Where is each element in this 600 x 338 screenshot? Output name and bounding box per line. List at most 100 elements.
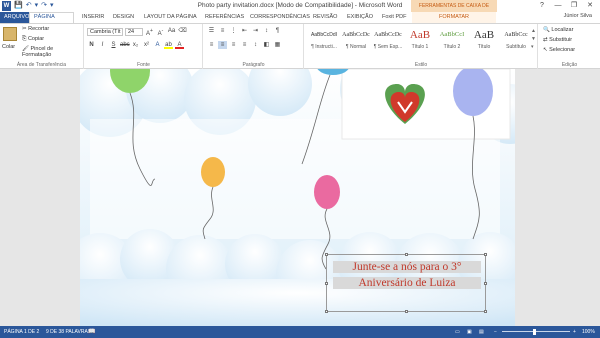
style-name: ¶ Instructi... — [311, 44, 337, 50]
resize-handle[interactable] — [325, 253, 328, 256]
align-right-icon[interactable]: ≡ — [229, 41, 238, 49]
paragraph-group-label: Parágrafo — [242, 62, 265, 68]
style-heading-2[interactable]: AaBbCcI Título 2 — [434, 26, 470, 54]
document-page[interactable]: Junte-se a nós para o 3° Aniversário de … — [80, 69, 515, 326]
subscript-icon[interactable]: x₂ — [131, 41, 140, 49]
paragraph-group: ☰ ≡ ⋮ ⇤ ⇥ ↕ ¶ ≡ ≡ ≡ ≡ ↕ ◧ ▦ Parágrafo — [204, 24, 304, 69]
tab-referencias[interactable]: REFERÊNCIAS — [201, 12, 248, 23]
read-mode-icon[interactable]: ▭ — [455, 326, 460, 338]
select-button[interactable]: ↖ Selecionar — [543, 47, 575, 53]
tab-correspondencias[interactable]: CORRESPONDÊNCIAS — [246, 12, 314, 23]
resize-handle[interactable] — [484, 253, 487, 256]
font-color-icon[interactable]: A — [175, 41, 184, 49]
copy-button[interactable]: ⎘ Copiar — [22, 36, 44, 43]
styles-group-label: Estilo — [414, 62, 428, 68]
style-name: Subtítulo — [506, 44, 526, 50]
web-layout-icon[interactable]: ▤ — [479, 326, 484, 338]
zoom-slider[interactable] — [502, 331, 570, 332]
replace-button[interactable]: ⇄ Substituir — [543, 37, 572, 43]
word-count[interactable]: 9 DE 38 PALAVRAS — [46, 326, 91, 338]
cut-button[interactable]: ✂ Recortar — [22, 26, 49, 32]
pilcrow-icon[interactable]: ¶ — [273, 27, 282, 35]
sort-icon[interactable]: ↕ — [262, 27, 271, 35]
paste-icon[interactable] — [3, 27, 17, 41]
increase-indent-icon[interactable]: ⇥ — [251, 27, 260, 35]
ribbon-tabs: ARQUIVO PÁGINA INICIAL INSERIR DESIGN LA… — [0, 12, 600, 29]
bold-icon[interactable]: N — [87, 41, 96, 49]
clear-format-icon[interactable]: ⌫ — [178, 27, 187, 35]
zoom-in-icon[interactable]: + — [573, 326, 576, 338]
format-painter-button[interactable]: 🖌 Pincel de Formatação — [22, 46, 83, 58]
tab-revisao[interactable]: REVISÃO — [309, 12, 341, 23]
line-spacing-icon[interactable]: ↕ — [251, 41, 260, 49]
invitation-line-1[interactable]: Junte-se a nós para o 3° — [333, 261, 481, 273]
resize-handle[interactable] — [405, 253, 408, 256]
resize-handle[interactable] — [484, 310, 487, 313]
style-subtitle[interactable]: AaBbCcc Subtítulo — [498, 26, 534, 54]
help-icon[interactable]: ? — [534, 0, 550, 11]
zoom-out-icon[interactable]: − — [494, 326, 497, 338]
minimize-button[interactable]: — — [550, 0, 566, 11]
resize-handle[interactable] — [484, 282, 487, 285]
selected-textbox[interactable]: Junte-se a nós para o 3° Aniversário de … — [325, 253, 487, 313]
restore-button[interactable]: ❐ — [566, 0, 582, 11]
shading-icon[interactable]: ◧ — [262, 41, 271, 49]
style-no-spacing[interactable]: AaBbCcDc ¶ Sem Esp... — [370, 26, 406, 54]
style-sample: AaBbCcc — [504, 32, 528, 38]
resize-handle[interactable] — [325, 282, 328, 285]
proofing-icon[interactable]: 📖 — [88, 326, 95, 338]
grow-font-icon[interactable]: A+ — [145, 27, 154, 37]
borders-icon[interactable]: ▦ — [273, 41, 282, 49]
window-title: Photo party invitation.docx [Modo de Com… — [197, 2, 403, 9]
user-name[interactable]: Júnior Silva — [564, 13, 592, 19]
underline-icon[interactable]: S — [109, 41, 118, 49]
tab-arquivo[interactable]: ARQUIVO — [0, 12, 29, 23]
style-title[interactable]: AaB Título — [466, 26, 502, 54]
styles-scroll[interactable]: ▲ ▼ ▾ — [531, 27, 536, 51]
italic-icon[interactable]: I — [98, 41, 107, 49]
change-case-icon[interactable]: Aa — [167, 27, 176, 35]
superscript-icon[interactable]: x² — [142, 41, 151, 49]
window-controls: ? — ❐ ✕ — [534, 0, 598, 11]
multilevel-list-icon[interactable]: ⋮ — [229, 27, 238, 35]
style-normal[interactable]: AaBbCcDc ¶ Normal — [338, 26, 374, 54]
tab-inserir[interactable]: INSERIR — [78, 12, 108, 23]
style-sample: AaB — [409, 29, 431, 41]
shrink-font-icon[interactable]: A- — [156, 27, 165, 37]
style-sample: AaBbCcDc — [374, 32, 402, 38]
status-bar: PÁGINA 1 DE 2 9 DE 38 PALAVRAS 📖 ▭ ▣ ▤ −… — [0, 326, 600, 338]
style-instructions[interactable]: AaBbCcDdI ¶ Instructi... — [306, 26, 342, 54]
align-left-icon[interactable]: ≡ — [207, 41, 216, 49]
zoom-level[interactable]: 100% — [582, 326, 595, 338]
tab-pagina-inicial[interactable]: PÁGINA INICIAL — [29, 12, 74, 29]
tab-exibicao[interactable]: EXIBIÇÃO — [343, 12, 377, 23]
style-name: Título — [477, 44, 491, 50]
invitation-line-2[interactable]: Aniversário de Luiza — [333, 277, 481, 289]
align-buttons: ≡ ≡ ≡ ≡ ↕ ◧ ▦ — [207, 41, 282, 49]
page-count[interactable]: PÁGINA 1 DE 2 — [4, 326, 39, 338]
tab-design[interactable]: DESIGN — [109, 12, 138, 23]
highlight-icon[interactable]: ab — [164, 41, 173, 49]
bullets-icon[interactable]: ☰ — [207, 27, 216, 35]
style-heading-1[interactable]: AaB Título 1 — [402, 26, 438, 54]
tab-layout[interactable]: LAYOUT DA PÁGINA — [140, 12, 201, 23]
find-button[interactable]: 🔍 Localizar — [543, 27, 573, 33]
tab-foxit[interactable]: Foxit PDF — [378, 12, 410, 23]
style-name: Título 2 — [443, 44, 461, 50]
tab-formatar[interactable]: FORMATAR — [412, 12, 496, 23]
align-center-icon[interactable]: ≡ — [218, 41, 227, 49]
font-family-combo[interactable]: Cambria (Tít — [87, 28, 123, 36]
print-layout-icon[interactable]: ▣ — [467, 326, 472, 338]
zoom-slider-thumb[interactable] — [533, 329, 536, 335]
decrease-indent-icon[interactable]: ⇤ — [240, 27, 249, 35]
strikethrough-icon[interactable]: abc — [120, 41, 130, 49]
justify-icon[interactable]: ≡ — [240, 41, 249, 49]
list-buttons: ☰ ≡ ⋮ ⇤ ⇥ ↕ ¶ — [207, 27, 282, 35]
numbering-icon[interactable]: ≡ — [218, 27, 227, 35]
resize-handle[interactable] — [325, 310, 328, 313]
font-size-combo[interactable]: 24 — [125, 28, 143, 36]
text-effects-icon[interactable]: A — [153, 41, 162, 49]
resize-handle[interactable] — [405, 310, 408, 313]
paste-button[interactable]: Colar — [2, 44, 15, 50]
close-button[interactable]: ✕ — [582, 0, 598, 11]
